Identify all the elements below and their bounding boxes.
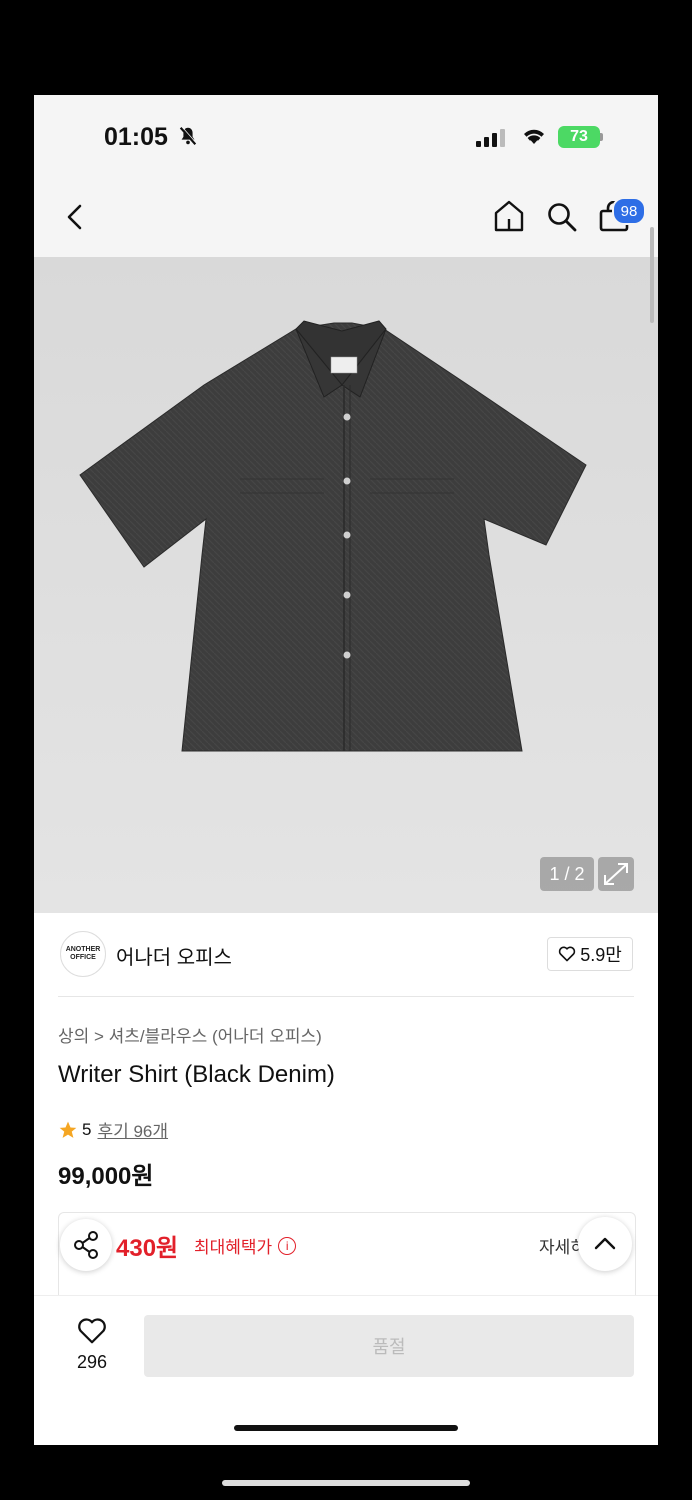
- share-icon: [74, 1231, 98, 1259]
- home-icon[interactable]: [493, 199, 525, 233]
- outer-home-indicator: [222, 1480, 470, 1486]
- phone-screen: 01:05 73 98 1 / 2 ANOTHER OFFICE 어나더 오피스…: [34, 95, 658, 1445]
- info-icon[interactable]: i: [278, 1236, 297, 1255]
- brand-like-button[interactable]: 5.9만: [547, 937, 633, 971]
- battery-indicator: 73: [558, 126, 600, 148]
- share-button[interactable]: [60, 1219, 112, 1271]
- brand-name[interactable]: 어나더 오피스: [116, 941, 232, 970]
- benefit-price: 430원: [116, 1235, 179, 1262]
- scroll-top-button[interactable]: [578, 1217, 632, 1271]
- brand-row[interactable]: ANOTHER OFFICE 어나더 오피스 5.9만: [34, 913, 658, 997]
- brand-like-count: 5.9만: [580, 945, 622, 965]
- battery-level: 73: [570, 128, 588, 145]
- heart-icon: [559, 946, 576, 962]
- home-indicator: [234, 1425, 458, 1431]
- status-bar: 01:05 73: [34, 95, 658, 175]
- image-counter: 1 / 2: [540, 857, 594, 891]
- breadcrumb[interactable]: 상의 > 셔츠/블라우스 (어나더 오피스): [58, 1022, 322, 1047]
- sold-out-button[interactable]: 품절: [144, 1315, 634, 1377]
- status-time: 01:05: [104, 123, 168, 151]
- expand-icon: [604, 863, 628, 885]
- review-link[interactable]: 후기 96개: [97, 1117, 168, 1142]
- brand-logo-text-1: ANOTHER: [65, 946, 101, 953]
- signal-icon: [476, 129, 505, 147]
- scrollbar[interactable]: [650, 227, 654, 323]
- expand-button[interactable]: [598, 857, 634, 891]
- battery-tip: [600, 133, 603, 141]
- star-icon: [59, 1121, 77, 1138]
- top-nav: [34, 175, 658, 257]
- search-icon[interactable]: [546, 201, 578, 233]
- chevron-up-icon: [594, 1237, 616, 1250]
- product-title: Writer Shirt (Black Denim): [58, 1061, 335, 1088]
- benefit-label: 최대혜택가: [194, 1238, 273, 1257]
- benefit-label-row: 최대혜택가 i: [194, 1233, 297, 1258]
- cart-count-badge: 98: [612, 197, 646, 225]
- rating-row: 5 후기 96개: [58, 1117, 168, 1142]
- brand-logo-text-2: OFFICE: [70, 954, 96, 961]
- shirt-illustration: [79, 320, 587, 752]
- wish-count: 296: [76, 1352, 108, 1372]
- brand-logo[interactable]: ANOTHER OFFICE: [60, 931, 106, 977]
- heart-icon: [78, 1318, 106, 1344]
- wish-button[interactable]: 296: [64, 1317, 120, 1373]
- back-icon[interactable]: [64, 203, 86, 231]
- product-image[interactable]: [34, 257, 658, 913]
- wifi-icon: [524, 129, 544, 144]
- bell-slash-icon: [179, 126, 197, 145]
- rating-score: 5: [82, 1119, 92, 1139]
- product-price: 99,000원: [58, 1163, 154, 1190]
- divider: [58, 996, 634, 997]
